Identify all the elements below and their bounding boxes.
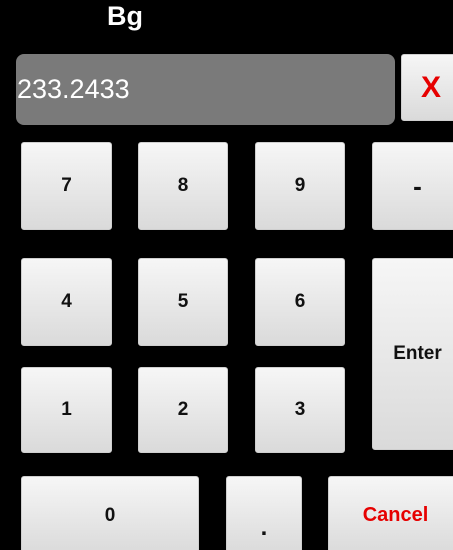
key-5-button[interactable]: 5	[138, 258, 228, 346]
key-1-button[interactable]: 1	[21, 367, 112, 453]
key-6-button[interactable]: 6	[255, 258, 345, 346]
key-7-button[interactable]: 7	[21, 142, 112, 230]
clear-button[interactable]: X	[401, 54, 453, 121]
key-3-button[interactable]: 3	[255, 367, 345, 453]
decimal-point-button[interactable]: .	[226, 476, 302, 550]
minus-button[interactable]: -	[372, 142, 453, 230]
key-0-button[interactable]: 0	[21, 476, 199, 550]
key-4-button[interactable]: 4	[21, 258, 112, 346]
enter-button[interactable]: Enter	[372, 258, 453, 450]
key-8-button[interactable]: 8	[138, 142, 228, 230]
number-pad-dialog: Bg 233.2433 X 7 8 9 - 4 5 6 Enter 1 2 3 …	[0, 0, 453, 550]
value-display: 233.2433	[16, 54, 395, 125]
dialog-title: Bg	[107, 1, 143, 31]
cancel-button[interactable]: Cancel	[328, 476, 453, 550]
key-9-button[interactable]: 9	[255, 142, 345, 230]
key-2-button[interactable]: 2	[138, 367, 228, 453]
